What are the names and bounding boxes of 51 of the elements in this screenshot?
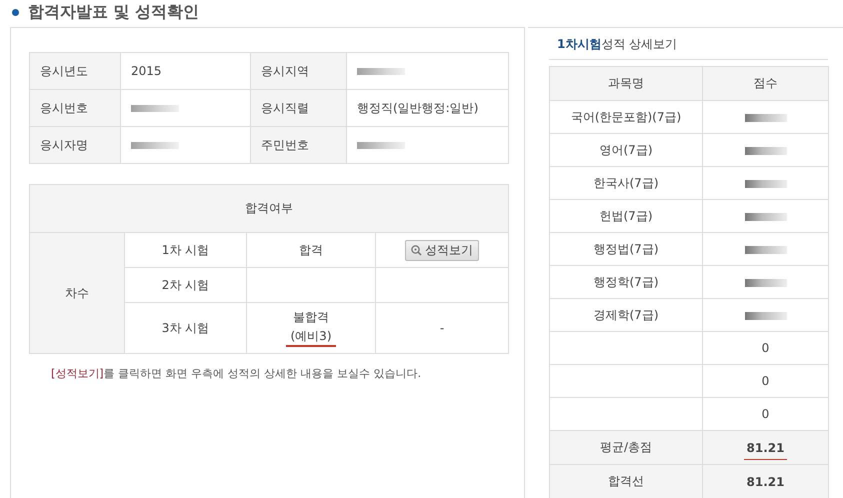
table-cell: 1차 시험 <box>124 232 246 268</box>
column-header: 과목명 <box>550 66 702 100</box>
view-score-button[interactable]: 성적보기 <box>405 240 479 260</box>
table-cell: (예비3) <box>290 328 332 345</box>
page-title: 합격자발표 및 성적확인 <box>28 2 200 22</box>
table-cell: 헌법(7급) <box>600 208 652 222</box>
redacted-mark <box>357 68 405 76</box>
hint-text: [성적보기]를 클릭하면 화면 우측에 성적의 상세한 내용을 보실수 있습니다. <box>51 366 422 381</box>
table-cell: 0 <box>762 407 770 421</box>
redacted-mark <box>744 312 786 320</box>
table-cell: 3차 시험 <box>124 302 246 354</box>
redacted-mark <box>131 142 179 150</box>
field-label: 응시년도 <box>30 52 120 90</box>
table-cell: 행정법(7급) <box>594 242 658 256</box>
table-cell-text: 합격 <box>298 242 324 258</box>
redacted-mark <box>744 146 786 155</box>
table-cell: 행정학(7급) <box>594 274 658 288</box>
table-cell: 한국사(7급) <box>594 176 658 190</box>
redacted-mark <box>357 142 405 150</box>
table-cell: - <box>440 321 444 335</box>
column-header: 점수 <box>702 66 828 100</box>
table-header: 차수 <box>30 232 124 354</box>
redacted-mark <box>744 114 786 122</box>
table-header: 합격여부 <box>30 184 508 232</box>
table-cell: 경제학(7급) <box>594 308 658 322</box>
field-label: 응시번호 <box>30 90 120 126</box>
redacted-mark <box>744 212 786 221</box>
table-cell: 국어(한문포함)(7급) <box>570 110 682 124</box>
bullet-icon <box>12 8 19 16</box>
redacted-mark <box>744 278 786 287</box>
section-title: 1차시험성적 상세보기 <box>549 36 828 60</box>
table-cell: 2차 시험 <box>124 268 246 302</box>
field-label: 응시직렬 <box>250 90 346 126</box>
table-cell: 합격선 <box>550 464 702 498</box>
field-label: 주민번호 <box>250 126 346 164</box>
table-cell: 81.21 <box>744 440 788 460</box>
table-cell: 영어(7급) <box>600 142 652 156</box>
redacted-mark <box>131 105 179 112</box>
view-score-link[interactable]: [성적보기] <box>51 367 104 380</box>
table-cell: 평균/총점 <box>550 430 702 464</box>
table-cell: 0 <box>762 374 770 388</box>
field-label: 응시지역 <box>250 52 346 90</box>
table-cell-text: 불합격 <box>292 309 330 326</box>
table-cell-text: 81.21 <box>746 474 786 490</box>
field-value: 2015 <box>120 52 250 90</box>
field-label: 응시자명 <box>30 126 120 164</box>
search-icon <box>411 244 422 256</box>
field-value: 행정직(일반행정:일반) <box>346 90 508 126</box>
table-cell: 0 <box>762 341 770 355</box>
redacted-mark <box>744 246 786 254</box>
redacted-mark <box>744 180 786 188</box>
